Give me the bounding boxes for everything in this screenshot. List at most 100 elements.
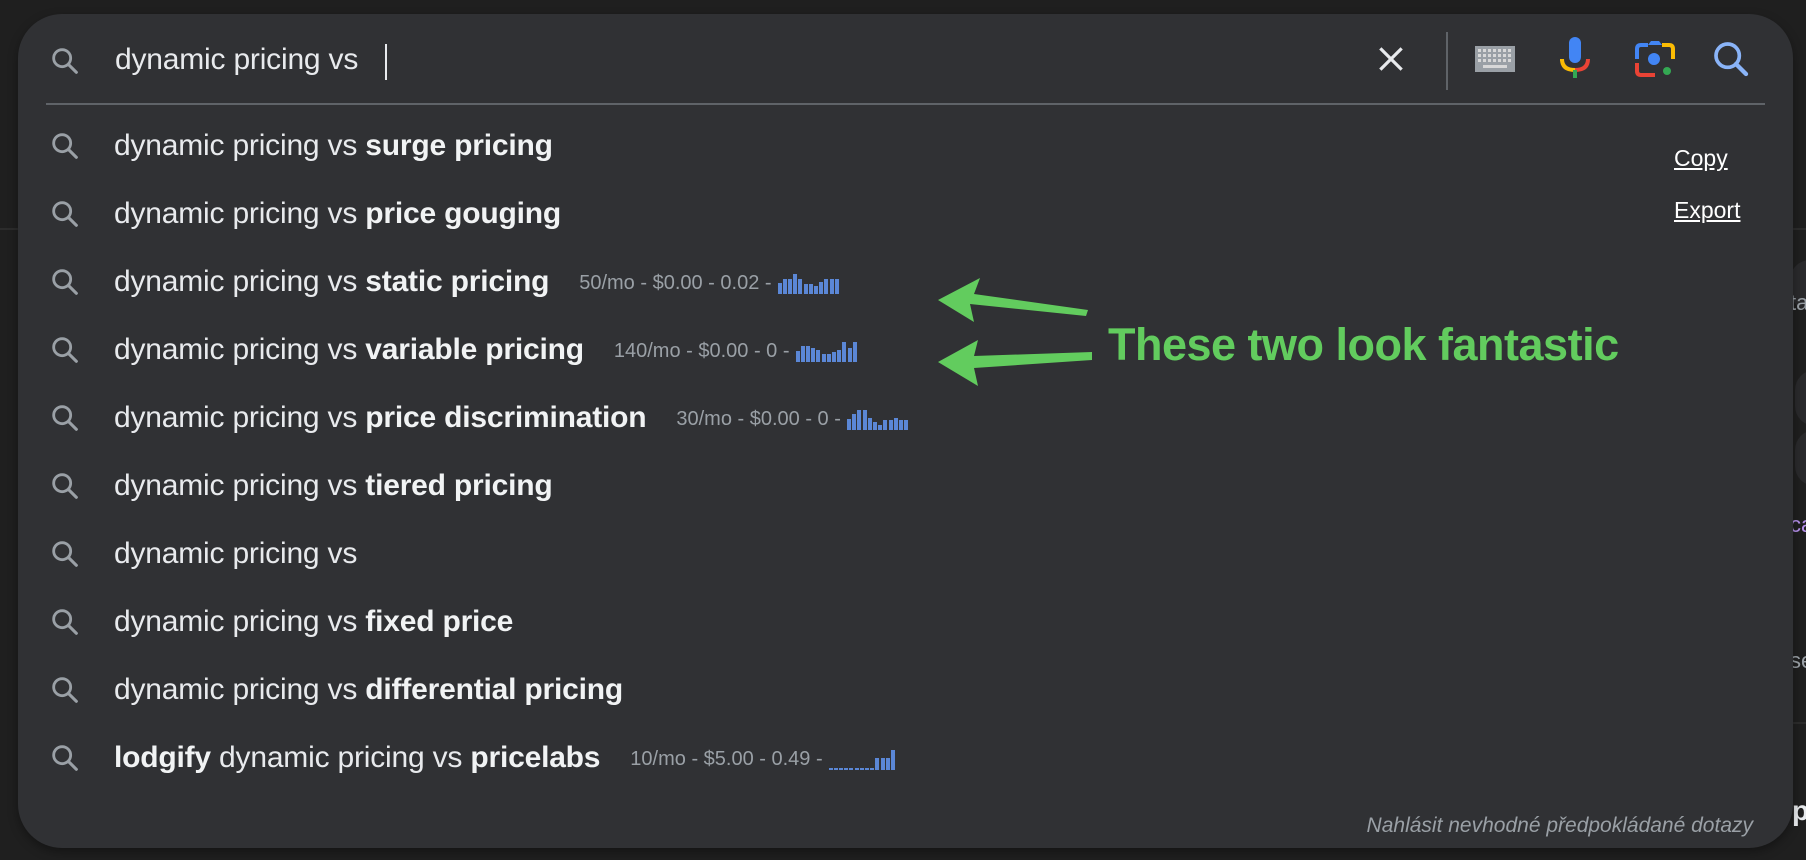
sparkline-bar [819,282,824,295]
search-divider [46,103,1765,105]
sparkline-bar [898,420,903,431]
suggestion-completion: static pricing [365,265,550,298]
annotation-text: These two look fantastic [1108,319,1619,370]
search-icon [48,673,82,707]
suggestion-text: lodgify dynamic pricing vs pricelabs 10/m… [114,741,896,775]
sparkline-bar [883,420,888,431]
sparkline-bar [805,346,810,363]
sparkline-bar [813,286,818,295]
keyword-metrics: 50/mo - $0.00 - 0.02 - [579,272,840,295]
sparkline-bar [862,410,867,431]
keyword-metrics-text: 140/mo - $0.00 - 0 - [613,339,790,362]
search-input[interactable] [113,42,1217,78]
microphone-icon [1559,36,1591,86]
suggestion-text: dynamic pricing vs variable pricing 140/m… [114,333,858,367]
search-icon [48,44,82,78]
search-icon [48,333,82,367]
background-chip [1795,370,1806,426]
sparkline-bar [833,768,838,771]
suggestion-item[interactable]: dynamic pricing vs fixed price [18,588,1598,656]
suggestion-item[interactable]: dynamic pricing vs price gouging [18,180,1598,248]
sparkline-bar [844,768,849,771]
sparkline-bar [872,422,877,431]
suggestion-typed-part: dynamic pricing vs [114,197,366,230]
suggestion-text: dynamic pricing vs static pricing 50/mo -… [114,265,840,299]
annotation-arrow [938,278,1088,322]
sparkline-bar [811,348,816,363]
report-predictions-link[interactable]: Nahlásit nevhodné předpokládané dotazy [1367,814,1753,838]
trend-sparkline [846,408,909,431]
voice-search-button[interactable] [1548,34,1602,88]
search-icon [48,129,82,163]
suggestion-bold-prefix: lodgify [114,741,211,774]
keyboard-button[interactable] [1468,34,1522,88]
suggestion-text: dynamic pricing vs surge pricing [114,129,553,163]
sparkline-bar [831,352,836,363]
sparkline-bar [865,768,870,771]
close-icon [1375,43,1407,80]
suggestion-typed-part: dynamic pricing vs [114,401,366,434]
suggestion-text: dynamic pricing vs price gouging [114,197,561,231]
sparkline-bar [846,419,851,431]
copy-link[interactable]: Copy [1674,145,1728,172]
sparkline-bar [852,342,857,363]
sparkline-bar [824,279,829,295]
sparkline-bar [793,274,798,295]
suggestion-item[interactable]: dynamic pricing vs tiered pricing [18,452,1598,520]
sparkline-bar [787,279,792,295]
sparkline-bar [893,418,898,431]
sparkline-bar [857,410,862,431]
sparkline-bar [849,768,854,771]
clear-button[interactable] [1364,34,1418,88]
search-icon [48,741,82,775]
sparkline-bar [904,420,909,431]
autocomplete-panel: dynamic pricing vs surge pricingdynamic … [18,14,1793,848]
keyboard-icon [1475,45,1515,77]
trend-sparkline [828,748,897,771]
suggestion-item[interactable]: dynamic pricing vs [18,520,1598,588]
suggestion-item[interactable]: dynamic pricing vs price discrimination 3… [18,384,1598,452]
sparkline-bar [826,354,831,363]
sparkline-bar [839,768,844,771]
suggestion-completion: surge pricing [365,129,553,162]
suggestion-text: dynamic pricing vs fixed price [114,605,513,639]
suggestion-completion: differential pricing [365,673,623,706]
sparkline-bar [842,342,847,363]
suggestion-typed-part: dynamic pricing vs [210,741,471,774]
suggestion-typed-part: dynamic pricing vs [114,537,358,570]
sparkline-bar [800,346,805,363]
suggestion-item[interactable]: dynamic pricing vs differential pricing [18,656,1598,724]
image-search-button[interactable] [1628,34,1682,88]
suggestion-typed-part: dynamic pricing vs [114,333,366,366]
sparkline-bar [891,750,896,771]
text-caret [385,44,387,80]
keyword-metrics: 140/mo - $0.00 - 0 - [614,340,858,363]
suggestion-completion: fixed price [365,605,514,638]
sparkline-bar [880,758,885,771]
background-text: p [1792,795,1806,826]
search-icon [48,605,82,639]
suggestion-item[interactable]: dynamic pricing vs surge pricing [18,112,1598,180]
suggestion-typed-part: dynamic pricing vs [114,129,366,162]
suggestion-item[interactable]: dynamic pricing vs static pricing 50/mo -… [18,248,1598,316]
suggestion-item[interactable]: lodgify dynamic pricing vs pricelabs 10/m… [18,724,1598,792]
search-submit-button[interactable] [1704,34,1758,88]
sparkline-bar [867,418,872,431]
suggestion-text: dynamic pricing vs differential pricing [114,673,623,707]
sparkline-bar [795,351,800,363]
trend-sparkline [777,272,840,295]
sparkline-bar [798,279,803,295]
search-icon [48,401,82,435]
export-link[interactable]: Export [1674,197,1740,224]
background-chip [1795,430,1806,486]
sparkline-bar [834,279,839,295]
sparkline-bar [859,768,864,771]
keyword-metrics: 30/mo - $0.00 - 0 - [676,408,909,431]
sparkline-bar [878,425,883,431]
search-icon [48,469,82,503]
sparkline-bar [828,768,833,771]
suggestion-completion: variable pricing [365,333,584,366]
sparkline-bar [870,768,875,771]
sparkline-bar [854,768,859,771]
annotation-arrow [938,340,1092,386]
